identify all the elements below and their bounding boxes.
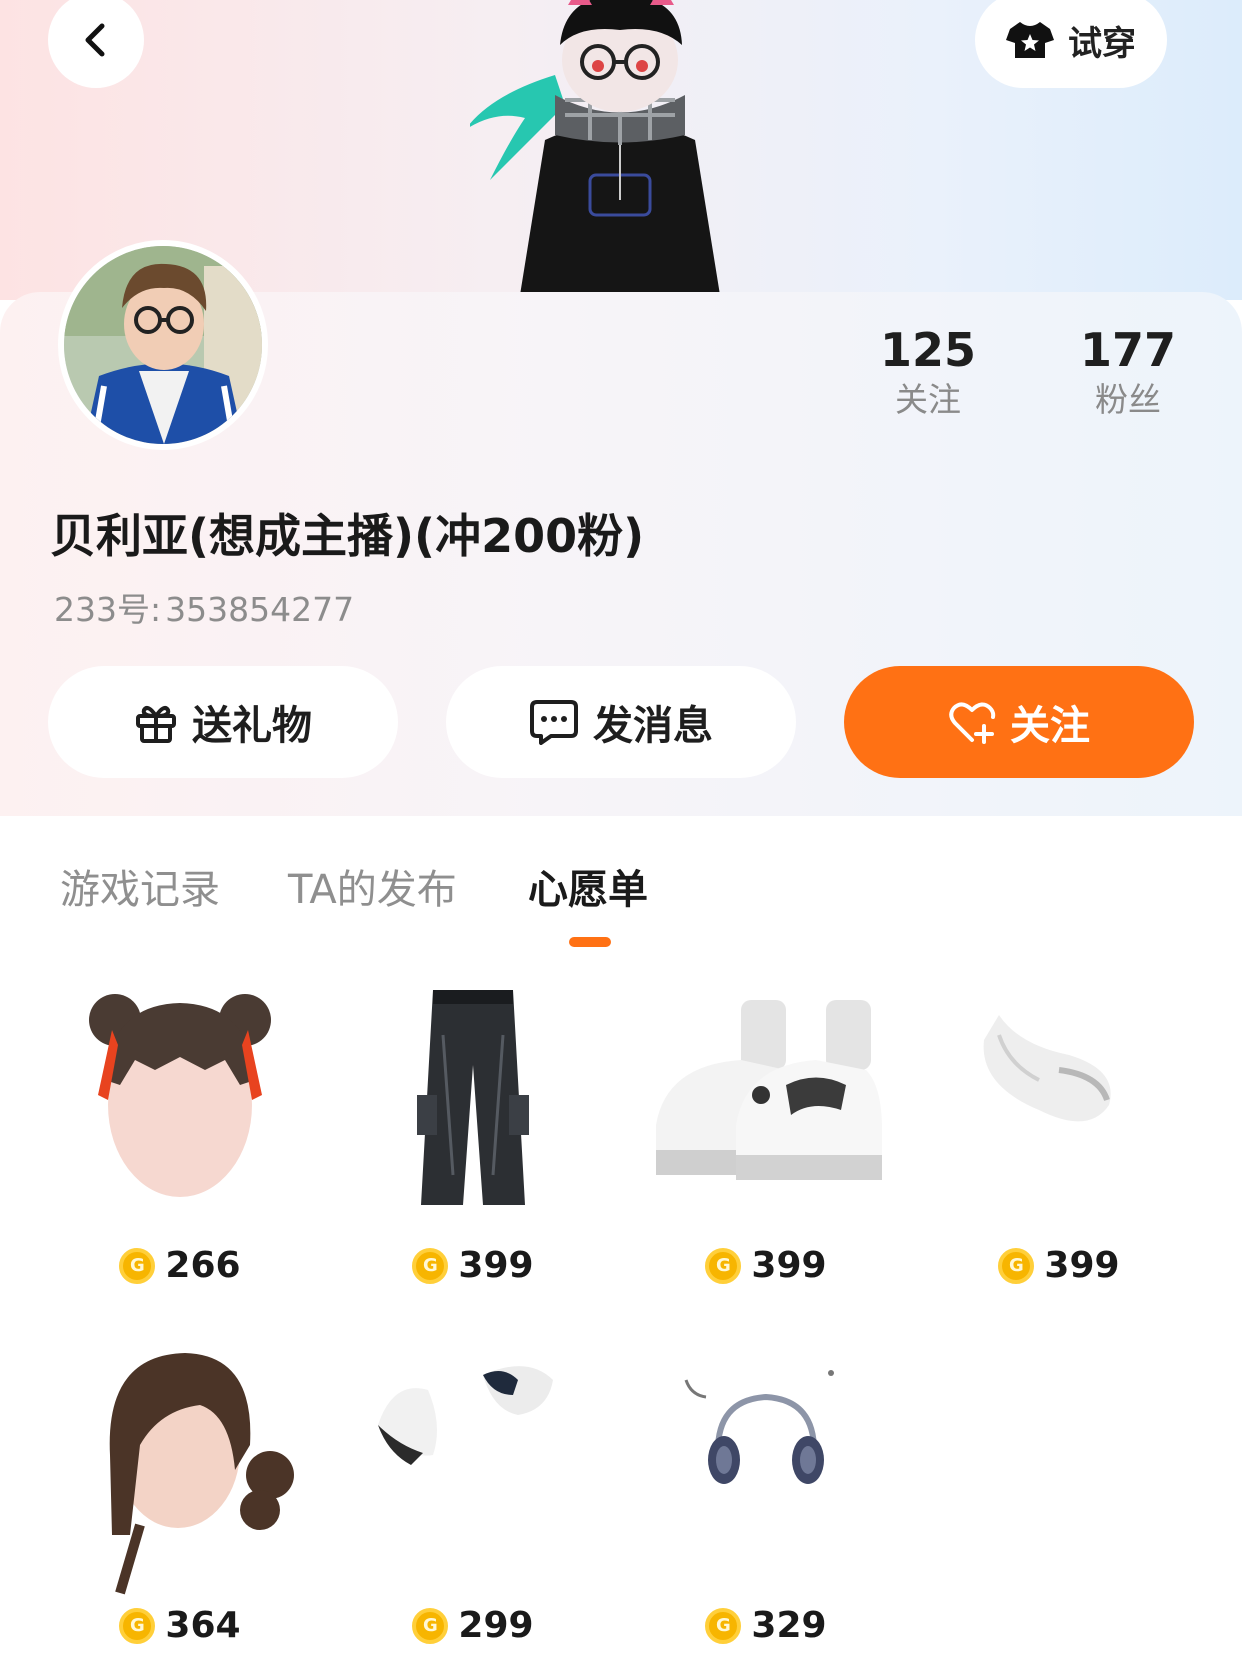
price-value: 399 <box>751 1245 827 1286</box>
ear-accessory-thumbnail <box>378 1366 553 1465</box>
cargo-jeans-thumbnail <box>417 990 529 1205</box>
coin-icon: G <box>119 1247 156 1284</box>
tab-game-records[interactable]: 游戏记录 <box>60 857 220 915</box>
wishlist-item[interactable]: G 299 <box>353 1335 593 1662</box>
follow-button[interactable]: 关注 <box>844 666 1194 778</box>
price-value: 399 <box>458 1245 534 1286</box>
coin-icon: G <box>705 1247 742 1284</box>
following-count: 125 <box>879 323 977 377</box>
follow-label: 关注 <box>1010 703 1090 749</box>
price-tag: G 399 <box>353 1245 593 1286</box>
profile-tabs: 游戏记录 TA的发布 心愿单 <box>0 845 1242 955</box>
coin-icon: G <box>412 1607 449 1644</box>
user-id: 233号: 353854277 <box>50 583 354 631</box>
coin-icon: G <box>998 1247 1035 1284</box>
coin-icon: G <box>705 1607 742 1644</box>
sneakers-thumbnail <box>656 1000 882 1180</box>
tab-posts[interactable]: TA的发布 <box>288 857 457 915</box>
wishlist-item[interactable]: G 399 <box>939 975 1179 1315</box>
gift-icon <box>136 706 176 743</box>
followers-stat[interactable]: 177 粉丝 <box>1058 322 1198 422</box>
send-message-button[interactable]: 发消息 <box>446 666 796 778</box>
price-tag: G 329 <box>646 1605 886 1646</box>
wishlist-item[interactable]: G 266 <box>60 975 300 1315</box>
following-stat[interactable]: 125 关注 <box>858 322 998 422</box>
price-tag: G 266 <box>60 1245 300 1286</box>
active-tab-indicator <box>569 937 611 947</box>
hair-low-bun-thumbnail <box>109 1353 294 1595</box>
coin-icon: G <box>412 1247 449 1284</box>
following-label: 关注 <box>895 380 961 419</box>
price-value: 399 <box>1044 1245 1120 1286</box>
chevron-left-icon <box>85 23 105 57</box>
tab-wishlist[interactable]: 心愿单 <box>528 857 648 915</box>
user-nickname: 贝利亚(想成主播)(冲200粉) <box>50 509 645 563</box>
send-message-label: 发消息 <box>593 703 713 749</box>
tshirt-icon <box>1006 22 1054 58</box>
headphones-thumbnail <box>684 1370 834 1484</box>
wishlist-item[interactable]: G 399 <box>353 975 593 1315</box>
avatar-3d-character[interactable] <box>465 0 770 295</box>
heart-plus-icon <box>949 702 996 744</box>
price-value: 364 <box>165 1605 241 1646</box>
user-id-label: 233号: <box>54 590 162 629</box>
price-value: 299 <box>458 1605 534 1646</box>
chat-bubble-icon <box>530 700 578 745</box>
price-value: 266 <box>165 1245 241 1286</box>
fur-tail-thumbnail <box>983 1015 1111 1122</box>
price-value: 329 <box>751 1605 827 1646</box>
send-gift-label: 送礼物 <box>192 703 312 749</box>
price-tag: G 299 <box>353 1605 593 1646</box>
wishlist-item[interactable]: G 364 <box>60 1335 300 1662</box>
coin-icon: G <box>119 1607 156 1644</box>
price-tag: G 364 <box>60 1605 300 1646</box>
user-id-value: 353854277 <box>165 590 355 629</box>
try-on-button[interactable]: 试穿 <box>975 0 1167 88</box>
wishlist-item[interactable]: G 399 <box>646 975 886 1315</box>
price-tag: G 399 <box>939 1245 1179 1286</box>
price-tag: G 399 <box>646 1245 886 1286</box>
followers-label: 粉丝 <box>1095 380 1161 419</box>
send-gift-button[interactable]: 送礼物 <box>48 666 398 778</box>
try-on-label: 试穿 <box>1068 23 1136 64</box>
followers-count: 177 <box>1079 323 1177 377</box>
profile-avatar[interactable] <box>58 240 268 450</box>
wishlist-item[interactable]: G 329 <box>646 1335 886 1662</box>
hair-buns-thumbnail <box>89 994 271 1197</box>
